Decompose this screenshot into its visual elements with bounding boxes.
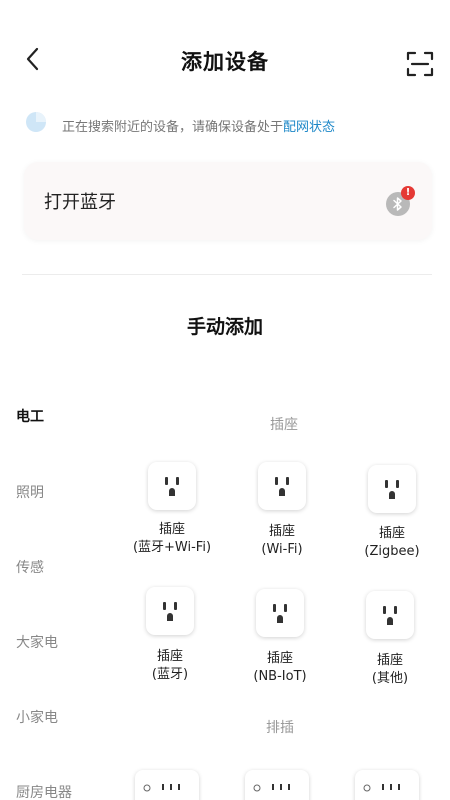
bluetooth-alert-badge: ! [401, 186, 415, 200]
device-socket-other[interactable]: 插座 (其他) [335, 652, 445, 688]
socket-icon[interactable] [366, 591, 414, 639]
device-socket-ble[interactable]: 插座 (蓝牙) [115, 648, 225, 684]
scan-icon [406, 51, 434, 77]
socket-icon[interactable] [148, 462, 196, 510]
device-socket-ble-wifi[interactable]: 插座 (蓝牙+Wi-Fi) [117, 521, 227, 557]
device-name: 插座 [266, 651, 293, 666]
socket-icon[interactable] [258, 462, 306, 510]
device-protocol: (NB-IoT) [253, 669, 307, 684]
bluetooth-label: 打开蓝牙 [44, 192, 116, 213]
manual-add-title: 手动添加 [186, 316, 263, 338]
search-hint-message: 正在搜索附近的设备，请确保设备处于 [62, 120, 284, 135]
page-title: 添加设备 [181, 50, 269, 74]
scan-button[interactable] [406, 50, 434, 78]
add-device-screen: 添加设备 正在搜索附近的设备，请确保设备处于配网状态 打开蓝牙 ! 手动添加 电… [0, 0, 450, 800]
category-electrical[interactable]: 电工 [16, 406, 44, 426]
device-name: 插座 [156, 649, 183, 664]
power-strip-icon[interactable] [355, 770, 419, 800]
power-strip-icon[interactable] [245, 770, 309, 800]
searching-spinner-icon [25, 111, 47, 133]
socket-icon[interactable] [256, 589, 304, 637]
search-hint-text: 正在搜索附近的设备，请确保设备处于配网状态 [62, 116, 335, 135]
device-socket-nbiot[interactable]: 插座 (NB-IoT) [225, 650, 335, 686]
divider [22, 274, 432, 275]
socket-icon[interactable] [368, 465, 416, 513]
category-small-appliances[interactable]: 小家电 [16, 707, 58, 727]
device-protocol: (蓝牙+Wi-Fi) [132, 540, 212, 555]
category-lighting[interactable]: 照明 [16, 482, 44, 502]
device-name: 插座 [158, 522, 185, 537]
device-socket-wifi[interactable]: 插座 (Wi-Fi) [227, 523, 337, 559]
bluetooth-card[interactable]: 打开蓝牙 ! [24, 162, 432, 240]
device-name: 插座 [268, 524, 295, 539]
socket-icon[interactable] [146, 587, 194, 635]
category-kitchen-appliances[interactable]: 厨房电器 [16, 782, 72, 800]
device-protocol: (其他) [371, 671, 409, 686]
device-name: 插座 [378, 526, 405, 541]
group-title-sockets: 插座 [270, 417, 298, 433]
network-config-link[interactable]: 配网状态 [283, 120, 335, 135]
category-sensors[interactable]: 传感 [16, 557, 44, 577]
device-socket-zigbee[interactable]: 插座 (Zigbee) [337, 525, 447, 561]
device-protocol: (Zigbee) [364, 544, 420, 559]
power-strip-icon[interactable] [135, 770, 199, 800]
device-protocol: (蓝牙) [151, 667, 189, 682]
device-name: 插座 [376, 653, 403, 668]
category-large-appliances[interactable]: 大家电 [16, 632, 58, 652]
device-protocol: (Wi-Fi) [261, 542, 303, 557]
group-title-power-strips: 排插 [266, 720, 294, 736]
